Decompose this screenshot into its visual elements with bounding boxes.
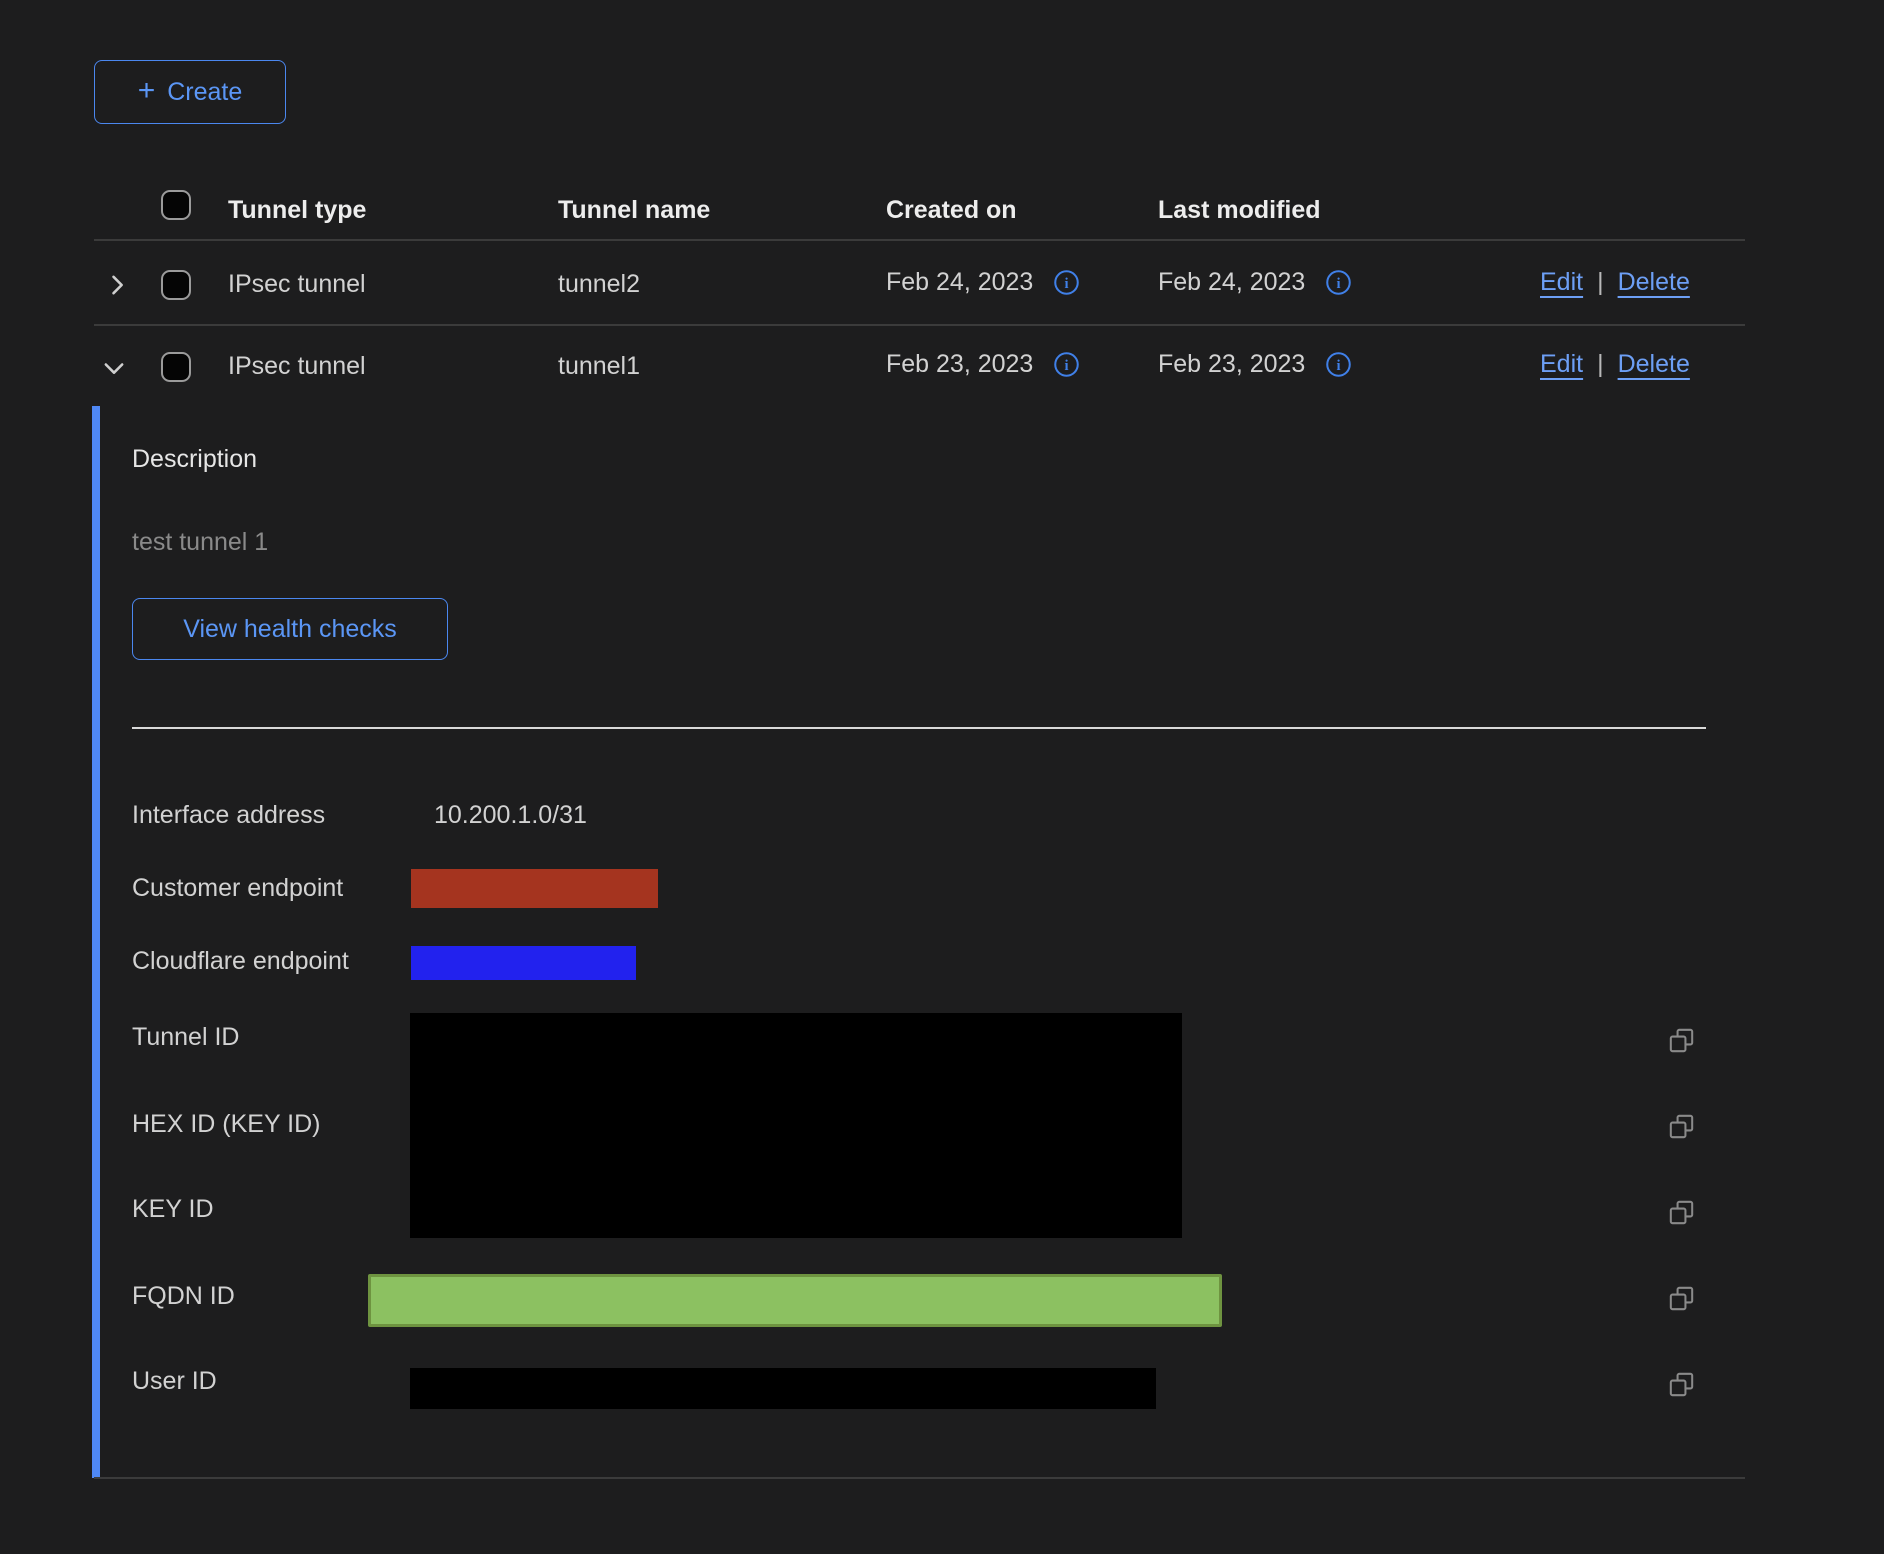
- action-separator: |: [1597, 350, 1604, 379]
- key-id-label: KEY ID: [132, 1195, 214, 1224]
- copy-icon[interactable]: [1668, 1027, 1695, 1054]
- edit-link[interactable]: Edit: [1540, 268, 1583, 297]
- view-health-checks-label: View health checks: [183, 615, 397, 644]
- description-value: test tunnel 1: [132, 528, 268, 557]
- interface-address-value: 10.200.1.0/31: [434, 801, 587, 830]
- delete-link[interactable]: Delete: [1618, 268, 1690, 297]
- create-button[interactable]: + Create: [94, 60, 286, 124]
- copy-icon[interactable]: [1668, 1285, 1695, 1312]
- info-icon[interactable]: i: [1053, 269, 1080, 296]
- last-modified-cell: Feb 24, 2023: [1158, 268, 1305, 297]
- column-header-last-modified: Last modified: [1158, 196, 1321, 225]
- action-separator: |: [1597, 268, 1604, 297]
- table-bottom-divider: [94, 1477, 1745, 1479]
- user-id-label: User ID: [132, 1367, 217, 1396]
- copy-icon[interactable]: [1668, 1199, 1695, 1226]
- last-modified-cell: Feb 23, 2023: [1158, 350, 1305, 379]
- cloudflare-endpoint-redacted-value: [411, 946, 636, 980]
- info-icon[interactable]: i: [1325, 351, 1352, 378]
- svg-text:i: i: [1065, 358, 1069, 374]
- user-id-redacted-value: [410, 1368, 1156, 1409]
- info-icon[interactable]: i: [1053, 351, 1080, 378]
- select-all-checkbox[interactable]: [161, 190, 191, 220]
- row-divider: [94, 324, 1745, 326]
- hex-id-label: HEX ID (KEY ID): [132, 1110, 320, 1139]
- chevron-down-icon[interactable]: [100, 354, 128, 382]
- tunnel-type-cell: IPsec tunnel: [228, 270, 366, 299]
- fqdn-id-label: FQDN ID: [132, 1282, 235, 1311]
- svg-text:i: i: [1337, 358, 1341, 374]
- ids-redacted-value: [410, 1013, 1182, 1238]
- create-button-label: Create: [167, 78, 242, 107]
- row-checkbox[interactable]: [161, 270, 191, 300]
- customer-endpoint-label: Customer endpoint: [132, 874, 343, 903]
- tunnel-type-cell: IPsec tunnel: [228, 352, 366, 381]
- plus-icon: +: [138, 76, 156, 106]
- fqdn-id-redacted-value: [368, 1274, 1222, 1327]
- delete-link[interactable]: Delete: [1618, 350, 1690, 379]
- column-header-tunnel-type: Tunnel type: [228, 196, 366, 225]
- tunnel-name-cell: tunnel2: [558, 270, 640, 299]
- description-label: Description: [132, 445, 257, 474]
- column-header-tunnel-name: Tunnel name: [558, 196, 710, 225]
- svg-text:i: i: [1337, 276, 1341, 292]
- detail-divider: [132, 727, 1706, 729]
- svg-text:i: i: [1065, 276, 1069, 292]
- header-divider: [94, 239, 1745, 241]
- view-health-checks-button[interactable]: View health checks: [132, 598, 448, 660]
- edit-link[interactable]: Edit: [1540, 350, 1583, 379]
- column-header-created-on: Created on: [886, 196, 1017, 225]
- copy-icon[interactable]: [1668, 1371, 1695, 1398]
- created-on-cell: Feb 23, 2023: [886, 350, 1033, 379]
- info-icon[interactable]: i: [1325, 269, 1352, 296]
- row-checkbox[interactable]: [161, 352, 191, 382]
- tunnel-id-label: Tunnel ID: [132, 1023, 239, 1052]
- created-on-cell: Feb 24, 2023: [886, 268, 1033, 297]
- customer-endpoint-redacted-value: [411, 869, 658, 908]
- chevron-right-icon[interactable]: [103, 271, 131, 299]
- interface-address-label: Interface address: [132, 801, 325, 830]
- tunnel-name-cell: tunnel1: [558, 352, 640, 381]
- cloudflare-endpoint-label: Cloudflare endpoint: [132, 947, 349, 976]
- copy-icon[interactable]: [1668, 1113, 1695, 1140]
- tunnels-page: + Create Tunnel type Tunnel name Created…: [0, 0, 1884, 1554]
- expanded-row-accent-bar: [92, 406, 100, 1478]
